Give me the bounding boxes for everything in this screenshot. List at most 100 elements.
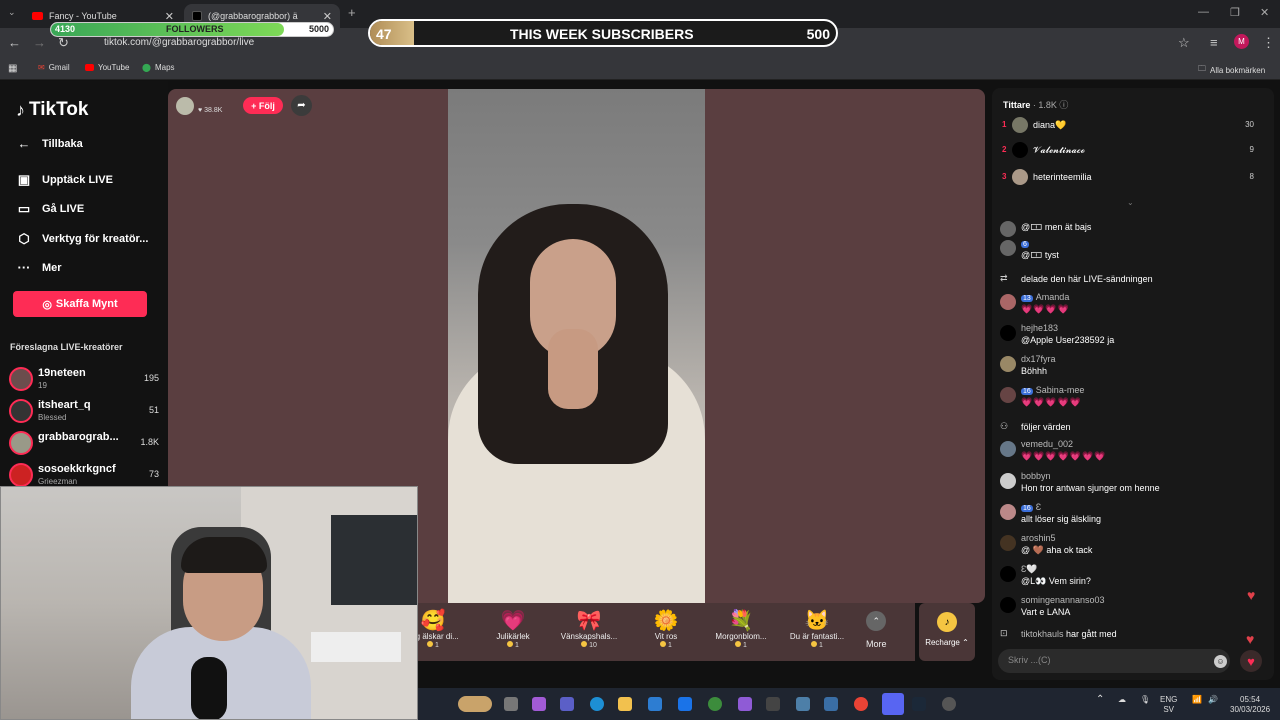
- suggested-creator[interactable]: itsheart_q Blessed 51: [9, 397, 159, 425]
- back-link[interactable]: ← Tillbaka: [16, 136, 83, 151]
- store-icon[interactable]: [648, 697, 662, 711]
- recharge-button[interactable]: ♪ Recharge ⌃: [919, 603, 975, 661]
- teams-icon[interactable]: [560, 697, 574, 711]
- bookmark-label: Maps: [154, 63, 175, 72]
- share-icon[interactable]: ➦: [291, 95, 312, 116]
- suggested-creator[interactable]: grabbarograb... 1.8K: [9, 429, 159, 457]
- avatar: [1000, 387, 1016, 403]
- top-viewer-row[interactable]: 2 𝓥𝓪𝓵𝓮𝓷𝓽𝓲𝓷𝓪𝓬𝓸 9: [1002, 142, 1264, 160]
- folder-icon: 🗀: [1198, 64, 1206, 73]
- menu-kebab-icon[interactable]: ⋮: [1262, 35, 1275, 51]
- subscribers-current: 47: [376, 26, 392, 42]
- nav-creator-tools[interactable]: ⬡ Verktyg för kreatör...: [16, 231, 148, 247]
- discord-icon[interactable]: [882, 693, 904, 715]
- message-text: @ 🤎 aha ok tack: [1021, 545, 1093, 555]
- tiktok-logo[interactable]: ♪ TikTok: [16, 99, 88, 121]
- webcam-person-hair: [181, 537, 267, 573]
- message-text: allt löser sig älskling: [1021, 514, 1102, 524]
- nav-go-live[interactable]: ▭ Gå LIVE: [16, 201, 84, 217]
- bookmark-star-icon[interactable]: ☆: [1178, 35, 1190, 51]
- nav-more[interactable]: ··· Mer: [16, 260, 62, 275]
- all-bookmarks[interactable]: 🗀 Alla bokmärken: [1198, 63, 1265, 77]
- language-indicator[interactable]: ENG SV: [1160, 695, 1177, 715]
- gift-item[interactable]: 💐 Morgonblom... 1: [706, 608, 776, 649]
- app-icon[interactable]: [738, 697, 752, 711]
- chevron-down-icon[interactable]: ⌄: [1127, 198, 1134, 207]
- top-viewer-row[interactable]: 1 diana💛 30: [1002, 117, 1264, 135]
- message-user: dx17fyra: [1021, 354, 1056, 364]
- reload-icon[interactable]: ↻: [58, 35, 69, 51]
- edge-icon[interactable]: [590, 697, 604, 711]
- cloud-icon[interactable]: ☁: [1118, 695, 1126, 705]
- chevron-up-icon[interactable]: ⌃: [1096, 695, 1104, 705]
- tiktok-coin-icon: ♪: [937, 612, 957, 632]
- gift-item[interactable]: 🌼 Vit ros 1: [631, 608, 701, 649]
- profile-avatar[interactable]: M: [1234, 34, 1249, 49]
- gift-price: 10: [554, 641, 624, 649]
- gift-icon: 🐱: [804, 610, 830, 632]
- clock[interactable]: 05:54 30/03/2026: [1230, 695, 1270, 715]
- url-field[interactable]: tiktok.com/@grabbarograbbor/live: [104, 37, 254, 48]
- restore-icon[interactable]: ❐: [1230, 6, 1240, 19]
- host-avatar[interactable]: [176, 97, 194, 115]
- volume-icon[interactable]: 🔊: [1208, 695, 1218, 705]
- message-text: @🀱 tyst: [1021, 250, 1059, 260]
- message-user: 16 Sabina-mee: [1021, 385, 1085, 395]
- gift-item[interactable]: 💗 Julikärlek 1: [478, 608, 548, 649]
- unity-icon[interactable]: [766, 697, 780, 711]
- creator-sub: Grieezman: [38, 477, 78, 486]
- gift-icon: 💗: [500, 610, 526, 632]
- emoji-icon[interactable]: ☺: [1214, 655, 1227, 668]
- forward-icon[interactable]: →: [33, 35, 46, 50]
- gift-item[interactable]: 🎀 Vänskapshals... 10: [554, 608, 624, 649]
- bookmark-label: Gmail: [48, 63, 70, 72]
- all-bookmarks-label: Alla bokmärken: [1210, 65, 1266, 75]
- weather-widget-icon[interactable]: [458, 696, 492, 712]
- close-tab-icon[interactable]: ✕: [165, 10, 174, 23]
- task-view-icon[interactable]: [504, 697, 518, 711]
- follow-button[interactable]: + Följ: [243, 97, 283, 114]
- bookmark-gmail[interactable]: ✉ Gmail: [38, 63, 70, 72]
- bookmark-label: YouTube: [98, 63, 130, 72]
- top-viewer-row[interactable]: 3 heterinteemilia 8: [1002, 169, 1264, 187]
- bookmark-maps[interactable]: ⬤ Maps: [142, 63, 175, 72]
- close-tab-icon[interactable]: ✕: [323, 10, 332, 23]
- steam-icon[interactable]: [912, 697, 926, 711]
- chat-input[interactable]: Skriv ...(C): [998, 649, 1230, 673]
- close-window-icon[interactable]: ✕: [1260, 6, 1269, 19]
- info-icon[interactable]: ⓘ: [1059, 100, 1068, 110]
- suggested-creator[interactable]: sosoekkrkgncf Grieezman 73: [9, 461, 159, 489]
- bookmark-youtube[interactable]: YouTube: [85, 63, 129, 72]
- outlook-icon[interactable]: [678, 697, 692, 711]
- message-text: Böhhh: [1021, 366, 1048, 376]
- obs-icon[interactable]: [942, 697, 956, 711]
- chrome-icon[interactable]: [854, 697, 868, 711]
- new-tab-button[interactable]: +: [348, 5, 356, 20]
- gift-price: 1: [478, 641, 548, 649]
- microphone-icon[interactable]: 🎙: [1140, 695, 1150, 705]
- file-explorer-icon[interactable]: [618, 697, 632, 711]
- nav-discover-live[interactable]: ▣ Upptäck LIVE: [16, 172, 113, 188]
- follow-user-icon: ⚇: [1000, 421, 1009, 431]
- gift-icon: 🎀: [576, 610, 602, 632]
- microphone-icon: [191, 657, 227, 719]
- message-text: Hon tror antwan sjunger om henne: [1021, 483, 1160, 493]
- wifi-icon[interactable]: 📶: [1192, 695, 1202, 705]
- gift-item[interactable]: 🐱 Du är fantasti... 1: [782, 608, 852, 649]
- copilot-icon[interactable]: [532, 697, 546, 711]
- back-icon[interactable]: ←: [8, 35, 21, 50]
- terminal-icon[interactable]: [824, 697, 838, 711]
- photos-icon[interactable]: [796, 697, 810, 711]
- minimize-icon[interactable]: —: [1198, 6, 1209, 18]
- tab-search-icon[interactable]: ⌄: [8, 7, 16, 18]
- vpn-shield-icon[interactable]: [708, 697, 722, 711]
- like-heart-button[interactable]: ♥: [1240, 650, 1262, 672]
- more-gifts-button[interactable]: ⌃ More: [866, 611, 887, 649]
- live-video[interactable]: [448, 89, 705, 603]
- viewers-count: · 1.8K: [1032, 100, 1057, 110]
- media-control-icon[interactable]: ≡: [1210, 35, 1218, 50]
- gift-price: 1: [706, 641, 776, 649]
- get-coins-button[interactable]: ◎ Skaffa Mynt: [13, 291, 147, 317]
- apps-grid-icon[interactable]: ▦: [8, 63, 17, 74]
- suggested-creator[interactable]: 19neteen 19 195: [9, 365, 159, 393]
